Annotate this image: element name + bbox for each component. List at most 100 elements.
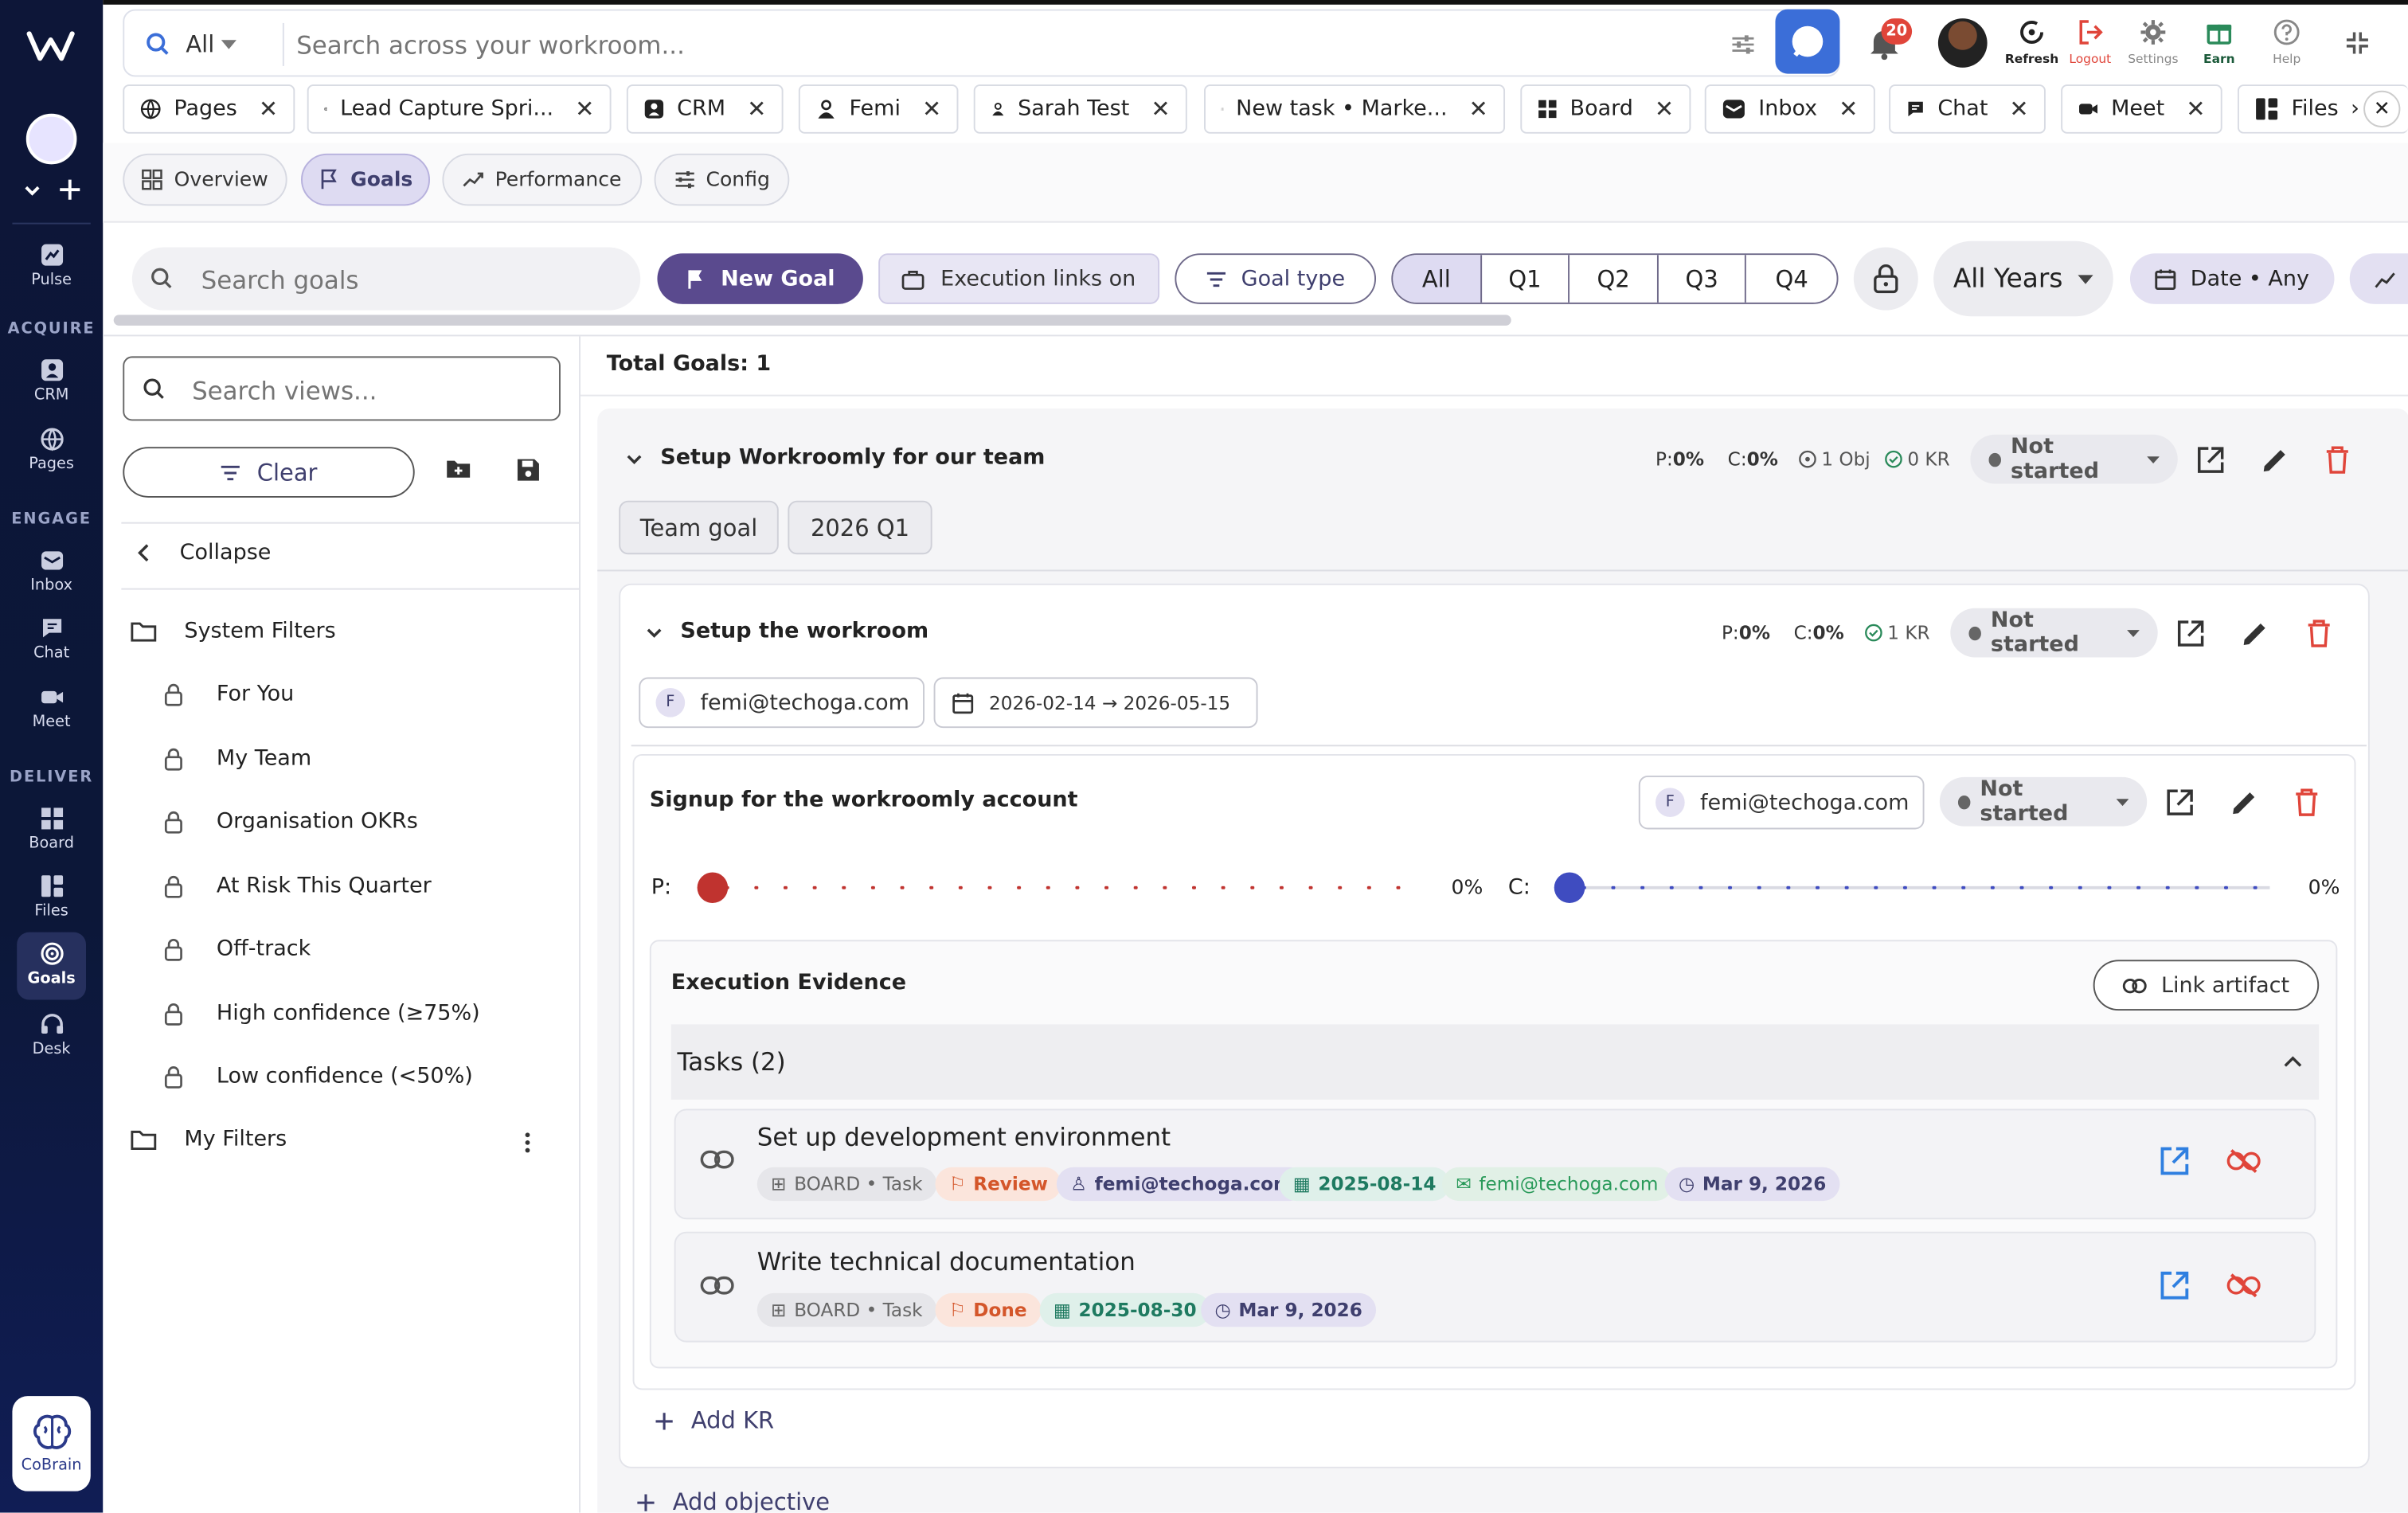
add-workspace-icon[interactable] <box>58 178 81 201</box>
quarter-q3[interactable]: Q3 <box>1659 255 1747 303</box>
goal-type-filter[interactable]: Goal type <box>1175 253 1377 304</box>
slider-thumb[interactable] <box>697 872 729 904</box>
views-search-input[interactable] <box>192 371 545 409</box>
tab-meet[interactable]: Meet ✕ <box>2061 84 2222 134</box>
rail-item-pages[interactable]: Pages <box>0 427 103 473</box>
tab-crm[interactable]: CRM ✕ <box>626 84 784 134</box>
filter-item[interactable]: For You <box>164 682 294 706</box>
subnav-performance[interactable]: Performance <box>442 153 643 206</box>
tab-femi[interactable]: Femi ✕ <box>798 84 959 134</box>
clear-filters-button[interactable]: Clear <box>123 447 415 498</box>
global-search-input[interactable] <box>296 22 1679 66</box>
rail-item-chat[interactable]: Chat <box>0 616 103 662</box>
add-kr-button[interactable]: Add KR <box>655 1407 774 1434</box>
chevron-right-icon[interactable]: › <box>2351 97 2359 122</box>
close-icon[interactable]: ✕ <box>2186 96 2205 123</box>
earn-button[interactable]: Earn <box>2193 18 2246 66</box>
workspace-avatar[interactable] <box>25 113 77 165</box>
close-icon[interactable]: ✕ <box>1839 96 1858 123</box>
ai-search-button[interactable] <box>1775 9 1840 74</box>
save-icon[interactable] <box>516 458 541 483</box>
open-external-icon[interactable] <box>2165 788 2195 817</box>
edit-icon[interactable] <box>2261 445 2290 475</box>
caret-down-icon[interactable] <box>221 40 237 49</box>
horizontal-scrollbar[interactable] <box>113 315 1511 326</box>
rail-item-board[interactable]: Board <box>0 807 103 852</box>
lock-button[interactable] <box>1853 247 1918 311</box>
tab-lead-capture[interactable]: Lead Capture Spri... ✕ <box>307 84 612 134</box>
open-external-icon[interactable] <box>2160 1146 2191 1177</box>
more-vertical-icon[interactable] <box>524 1132 532 1153</box>
kr-status-dropdown[interactable]: Not started <box>1939 776 2148 827</box>
goal-title[interactable]: Setup Workroomly for our team <box>660 445 1045 470</box>
tab-chat[interactable]: Chat ✕ <box>1889 84 2046 134</box>
settings-button[interactable]: Settings <box>2124 18 2182 66</box>
tab-pages[interactable]: Pages ✕ <box>123 84 295 134</box>
objective-status-dropdown[interactable]: Not started <box>1950 608 2158 658</box>
close-icon[interactable]: ✕ <box>1469 96 1488 123</box>
filter-item[interactable]: Low confidence (<50%) <box>164 1065 473 1089</box>
kr-owner-chip[interactable]: F femi@techoga.com <box>1638 775 1925 830</box>
close-icon[interactable]: ✕ <box>747 96 766 123</box>
tab-new-task[interactable]: New task • Marke... ✕ <box>1204 84 1506 134</box>
objective-owner-chip[interactable]: F femi@techoga.com <box>639 677 925 729</box>
chevron-down-icon[interactable] <box>645 625 663 640</box>
close-icon[interactable]: ✕ <box>575 96 594 123</box>
rail-item-goals[interactable]: Goals <box>0 941 103 987</box>
rail-item-crm[interactable]: CRM <box>0 358 103 404</box>
logout-button[interactable]: Logout <box>2062 18 2117 66</box>
close-icon[interactable]: ✕ <box>922 96 941 123</box>
subnav-goals[interactable]: Goals <box>301 153 431 206</box>
delete-icon[interactable] <box>2294 788 2319 817</box>
open-external-icon[interactable] <box>2176 619 2206 648</box>
new-folder-icon[interactable] <box>445 458 471 479</box>
tasks-header[interactable]: Tasks (2) <box>670 1024 2320 1100</box>
goal-status-dropdown[interactable]: Not started <box>1970 434 2178 484</box>
filter-item[interactable]: Off-track <box>164 936 311 961</box>
workroomly-logo[interactable] <box>26 28 76 65</box>
edit-icon[interactable] <box>2241 619 2270 648</box>
date-filter[interactable]: Date • Any <box>2129 253 2335 304</box>
unlink-icon[interactable] <box>2226 1149 2261 1174</box>
kr-progress-slider[interactable] <box>697 872 1413 904</box>
close-all-tabs-icon[interactable]: ✕ <box>2363 90 2401 128</box>
objective-date-range[interactable]: 2026-02-14 → 2026-05-15 <box>933 677 1258 729</box>
year-select[interactable]: All Years <box>1933 240 2113 317</box>
subnav-config[interactable]: Config <box>654 153 790 206</box>
filter-item[interactable]: High confidence (≥75%) <box>164 1001 480 1026</box>
quarter-q2[interactable]: Q2 <box>1570 255 1659 303</box>
execution-links-toggle[interactable]: Execution links on <box>878 253 1160 304</box>
objective-title[interactable]: Setup the workroom <box>680 619 928 643</box>
kr-confidence-slider[interactable] <box>1554 872 2270 904</box>
filter-item[interactable]: Organisation OKRs <box>164 809 418 834</box>
filter-item[interactable]: At Risk This Quarter <box>164 874 432 898</box>
close-icon[interactable]: ✕ <box>259 96 278 123</box>
slider-thumb[interactable] <box>1554 872 1585 904</box>
open-external-icon[interactable] <box>2196 445 2226 475</box>
close-icon[interactable]: ✕ <box>2009 96 2028 123</box>
task-title[interactable]: Write technical documentation <box>757 1247 1136 1276</box>
chevron-down-icon[interactable] <box>625 452 643 467</box>
goals-search-box[interactable] <box>131 247 641 311</box>
user-avatar[interactable] <box>1937 18 1988 68</box>
filter-item[interactable]: My Team <box>164 746 311 771</box>
global-search-box[interactable]: All <box>123 9 1840 77</box>
collapse-window-icon[interactable] <box>2344 29 2371 57</box>
help-button[interactable]: Help <box>2262 18 2312 66</box>
rail-item-meet[interactable]: Meet <box>0 685 103 731</box>
search-scope[interactable]: All <box>186 31 214 59</box>
new-goal-button[interactable]: New Goal <box>657 253 863 304</box>
task-title[interactable]: Set up development environment <box>757 1123 1171 1152</box>
goals-search-input[interactable] <box>201 260 616 299</box>
link-artifact-button[interactable]: Link artifact <box>2093 960 2320 1011</box>
edit-icon[interactable] <box>2230 788 2259 817</box>
subnav-overview[interactable]: Overview <box>123 153 287 206</box>
chevron-down-icon[interactable] <box>22 180 43 201</box>
close-icon[interactable]: ✕ <box>1151 96 1170 123</box>
goal-tag-team[interactable]: Team goal <box>619 500 779 555</box>
tab-sarah-test[interactable]: Sarah Test ✕ <box>973 84 1187 134</box>
rail-item-inbox[interactable]: Inbox <box>0 549 103 594</box>
my-filters-folder[interactable]: My Filters <box>131 1128 287 1151</box>
kr-title[interactable]: Signup for the workroomly account <box>650 788 1078 812</box>
chevron-up-icon[interactable] <box>2282 1055 2304 1069</box>
